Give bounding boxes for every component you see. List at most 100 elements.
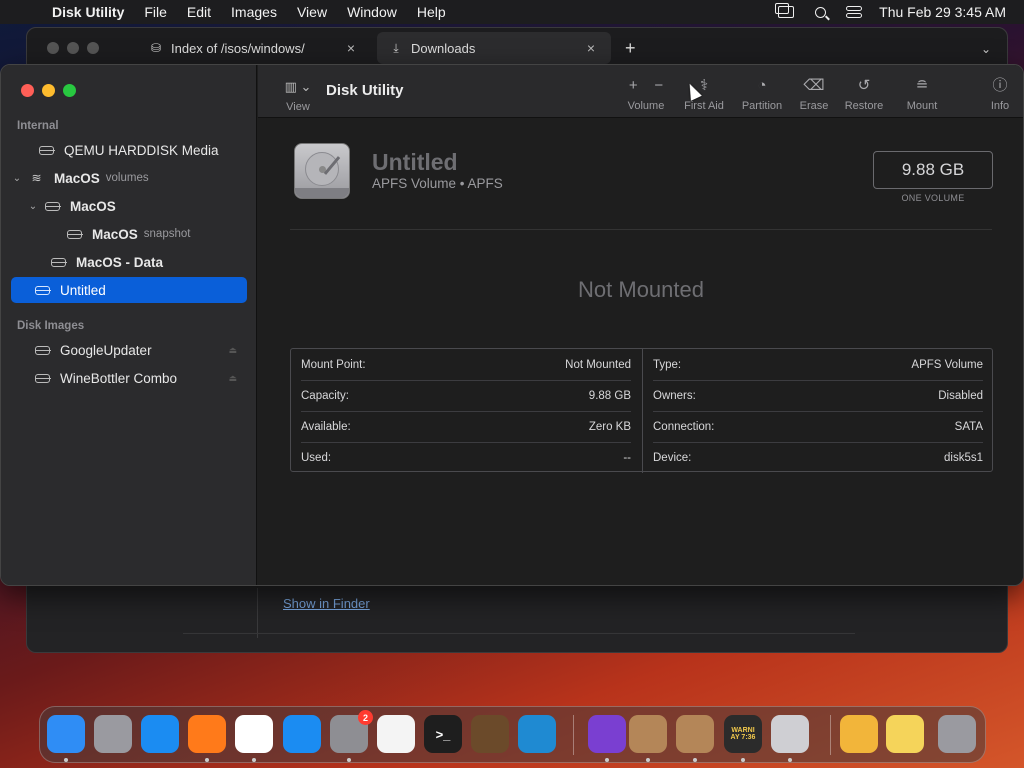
console-icon[interactable]: WARNI AY 7:36	[724, 715, 762, 753]
drive-icon	[66, 229, 83, 239]
sidebar-item-macos-snapshot[interactable]: MacOS snapshot	[11, 221, 247, 247]
info-row-capacity: Capacity: 9.88 GB	[301, 380, 631, 411]
container-layers-icon: ≋	[31, 171, 42, 185]
restore-arrow-icon: ↺	[857, 77, 871, 94]
terminal-icon[interactable]: >_	[424, 715, 462, 753]
sidebar-item-label: Untitled	[60, 282, 106, 298]
drive-icon	[38, 145, 55, 155]
disk-utility-icon[interactable]	[771, 715, 809, 753]
add-volume-icon[interactable]: +	[629, 77, 638, 94]
safari-icon[interactable]	[141, 715, 179, 753]
box-app-icon-2[interactable]	[676, 715, 714, 753]
zoom-window-button[interactable]	[63, 84, 76, 97]
menu-images[interactable]: Images	[231, 4, 277, 20]
mount-button[interactable]: ≘ Mount	[900, 77, 944, 112]
sidebar-item-winebottler[interactable]: WineBottler Combo ⏏	[11, 365, 247, 391]
menu-window[interactable]: Window	[347, 4, 397, 20]
app-store-icon[interactable]	[283, 715, 321, 753]
search-icon[interactable]	[811, 5, 829, 19]
window-traffic-lights	[21, 84, 76, 97]
minimize-window-button[interactable]	[42, 84, 55, 97]
disclosure-chevron-icon[interactable]: ⌄	[27, 201, 39, 212]
dock-separator	[830, 715, 831, 755]
box-app-icon[interactable]	[629, 715, 667, 753]
sidebar-item-label: GoogleUpdater	[60, 342, 152, 358]
browser-zoom-button[interactable]	[87, 42, 99, 54]
eject-icon[interactable]: ⏏	[228, 373, 237, 384]
menu-edit[interactable]: Edit	[187, 4, 211, 20]
sidebar-item-macos-data[interactable]: MacOS - Data	[11, 249, 247, 275]
sidebar-item-qemu-harddisk[interactable]: QEMU HARDDISK Media	[11, 137, 247, 163]
info-label: Mount Point:	[301, 358, 366, 371]
browser-tab-label: Index of /isos/windows/	[171, 40, 305, 56]
menu-help[interactable]: Help	[417, 4, 446, 20]
info-value: 9.88 GB	[588, 390, 631, 402]
menu-app-name[interactable]: Disk Utility	[52, 4, 124, 20]
volume-size-caption: ONE VOLUME	[901, 193, 965, 203]
instruments-icon[interactable]	[471, 715, 509, 753]
dock: 2 >_ WARNI AY 7:36	[39, 706, 986, 763]
affinity-icon[interactable]	[588, 715, 626, 753]
info-button[interactable]: ⓘ Info	[986, 77, 1014, 112]
tab-overflow-chevron-icon[interactable]: ⌄	[981, 42, 991, 56]
chrome-icon[interactable]	[235, 715, 273, 753]
volume-subtitle: APFS Volume • APFS	[372, 176, 503, 191]
menu-file[interactable]: File	[144, 4, 167, 20]
sidebar-section-disk-images: Disk Images	[17, 320, 85, 332]
volume-name: Untitled	[372, 149, 458, 175]
close-window-button[interactable]	[21, 84, 34, 97]
menu-view[interactable]: View	[297, 4, 327, 20]
close-tab-icon[interactable]: ×	[583, 40, 599, 56]
screen-mirroring-icon[interactable]	[775, 3, 795, 19]
browser-tab-downloads[interactable]: ⤓ Downloads ×	[377, 32, 611, 64]
info-icon: ⓘ	[992, 77, 1008, 94]
erase-button[interactable]: ⌫ Erase	[794, 77, 834, 112]
browser-close-button[interactable]	[47, 42, 59, 54]
restore-button[interactable]: ↺ Restore	[842, 77, 886, 112]
browser-tab-bar: ⛁ Index of /isos/windows/ × ⤓ Downloads …	[27, 28, 1007, 68]
info-value: Disabled	[938, 390, 983, 402]
sidebar-item-macos-volume[interactable]: ⌄ MacOS	[11, 193, 247, 219]
textedit-icon[interactable]	[377, 715, 415, 753]
volume-size-box: 9.88 GB	[873, 151, 993, 189]
close-tab-icon[interactable]: ×	[343, 40, 359, 56]
show-in-finder-link[interactable]: Show in Finder	[283, 596, 370, 611]
trash-icon[interactable]	[938, 715, 976, 753]
launchpad-icon[interactable]	[94, 715, 132, 753]
sidebar-item-googleupdater[interactable]: GoogleUpdater ⏏	[11, 337, 247, 363]
finder-icon[interactable]	[47, 715, 85, 753]
folder-icon[interactable]	[840, 715, 878, 753]
browser-tab-index[interactable]: ⛁ Index of /isos/windows/ ×	[137, 32, 371, 64]
browser-divider	[257, 588, 258, 638]
archive-icon[interactable]	[886, 715, 924, 753]
view-button[interactable]: ▥ ⌄ View	[280, 78, 316, 113]
running-indicator	[252, 758, 256, 762]
info-row-mount-point: Mount Point: Not Mounted	[301, 349, 631, 380]
browser-tab-label: Downloads	[411, 40, 476, 56]
drive-icon	[34, 373, 51, 383]
mount-status-text: Not Mounted	[578, 277, 704, 302]
vscode-icon[interactable]	[518, 715, 556, 753]
view-label: View	[286, 101, 310, 113]
eject-icon[interactable]: ⏏	[228, 345, 237, 356]
remove-volume-icon[interactable]: −	[654, 77, 663, 94]
drive-icon	[50, 257, 67, 267]
firefox-icon[interactable]	[188, 715, 226, 753]
partition-button[interactable]: ◔ Partition	[738, 77, 786, 112]
sidebar-item-label: QEMU HARDDISK Media	[64, 142, 219, 158]
disclosure-chevron-icon[interactable]: ⌄	[11, 173, 23, 184]
info-row-device: Device: disk5s1	[653, 442, 983, 473]
menu-clock[interactable]: Thu Feb 29 3:45 AM	[879, 4, 1006, 20]
info-label: Capacity:	[301, 390, 349, 402]
sidebar-item-untitled[interactable]: Untitled	[11, 277, 247, 303]
system-preferences-icon[interactable]: 2	[330, 710, 373, 753]
sidebar-item-macos-container[interactable]: ⌄ ≋ MacOS volumes	[11, 165, 247, 191]
disk-utility-window: Internal QEMU HARDDISK Media ⌄ ≋ MacOS v…	[0, 64, 1024, 586]
browser-minimize-button[interactable]	[67, 42, 79, 54]
control-center-icon[interactable]	[845, 5, 863, 19]
info-label: Type:	[653, 358, 682, 371]
mount-icon: ≘	[915, 77, 929, 94]
running-indicator	[205, 758, 209, 762]
info-row-available: Available: Zero KB	[301, 411, 631, 442]
new-tab-button[interactable]: +	[625, 38, 636, 59]
